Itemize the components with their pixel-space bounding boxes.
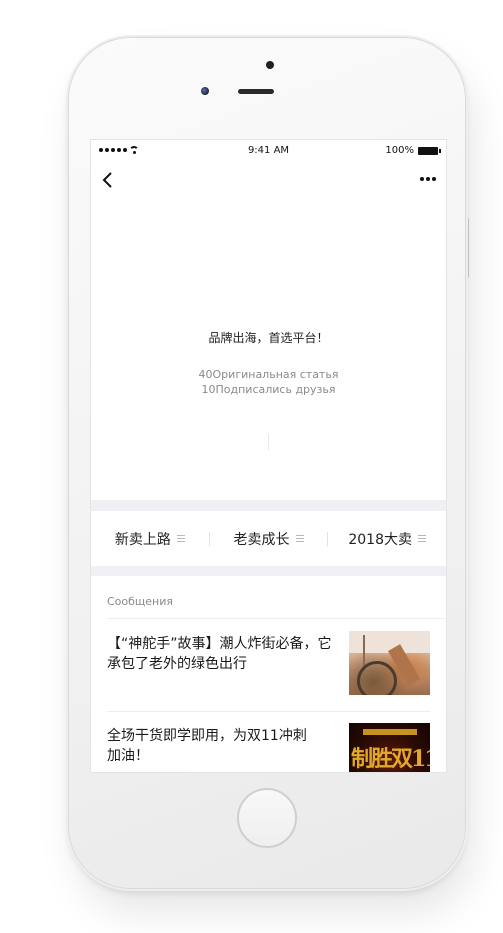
menu-item-label: 2018大卖 [348,531,412,548]
battery-percent: 100% [385,145,414,156]
menu-list-icon [176,535,185,542]
menu-item-big-seller-2018[interactable]: 2018大卖 [328,529,446,549]
article-thumbnail: 制胜双11 [349,723,430,772]
menu-bar: 新卖上路 老卖成长 2018大卖 [91,511,446,566]
thumbnail-text: 制胜双11 [351,746,430,772]
messages-section: Сообщения 【“神舵手”故事】潮人炸街必备，它承包了老外的绿色出行 全场… [91,576,446,772]
article-title: 全场干货即学即用，为双11冲刺加油！ [107,728,307,764]
menu-item-label: 老卖成长 [233,531,290,548]
article-thumbnail [349,631,430,695]
friends-stat[interactable]: 10Подписались друзья [91,383,446,396]
proximity-sensor [266,61,274,69]
menu-item-new-seller[interactable]: 新卖上路 [91,529,209,549]
nav-bar [91,162,446,196]
article-title: 【“神舵手”故事】潮人炸街必备，它承包了老外的绿色出行 [107,636,332,672]
more-horizontal-icon[interactable] [420,177,436,181]
phone-screen: 9:41 AM 100% 品牌出海，首选平台！ 40Оригинальная с… [90,139,447,773]
menu-item-label: 新卖上路 [114,531,171,548]
phone-power-button [466,218,469,278]
menu-list-icon [418,535,426,542]
earpiece-speaker [238,89,274,94]
home-button[interactable] [237,788,297,848]
front-camera [201,87,209,95]
profile-slogan: 品牌出海，首选平台！ [208,331,329,345]
profile-divider [268,434,269,450]
chevron-left-icon[interactable] [100,171,116,189]
battery-group: 100% [385,145,441,156]
articles-stat[interactable]: 40Оригинальная статья [91,368,446,381]
article-item[interactable]: 全场干货即学即用，为双11冲刺加油！ 制胜双11 [91,711,446,772]
battery-icon [418,146,441,155]
profile-section: 品牌出海，首选平台！ 40Оригинальная статья 10Подпи… [91,196,446,500]
menu-item-seller-growth[interactable]: 老卖成长 [210,529,328,549]
stage: 9:41 AM 100% 品牌出海，首选平台！ 40Оригинальная с… [0,0,503,933]
messages-header: Сообщения [107,595,174,608]
status-bar: 9:41 AM 100% [91,140,446,162]
menu-list-icon [295,535,304,542]
article-item[interactable]: 【“神舵手”故事】潮人炸街必备，它承包了老外的绿色出行 [91,618,446,711]
